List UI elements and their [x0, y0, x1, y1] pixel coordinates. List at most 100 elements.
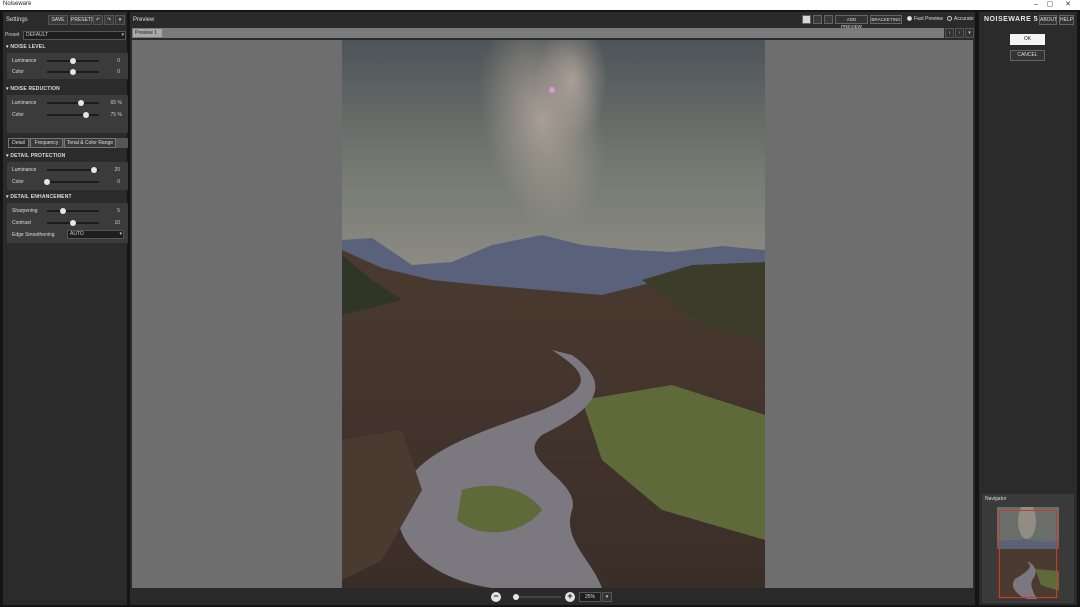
detail-tabs: Detail Frequency Tonal & Color Range	[8, 138, 128, 148]
slider-value: 0	[117, 179, 120, 185]
zoom-in-icon[interactable]: +	[565, 592, 575, 602]
minimize-icon[interactable]: –	[1030, 0, 1042, 9]
slider-label: Color	[12, 179, 24, 185]
right-panel: NOISEWARE 5 ABOUT HELP OK CANCEL Navigat…	[979, 12, 1077, 605]
slider-track[interactable]	[47, 58, 99, 64]
navigator-label: Navigator	[985, 496, 1007, 502]
slider-knob[interactable]	[77, 100, 84, 106]
tab-frequency[interactable]: Frequency	[30, 138, 63, 148]
slider-track[interactable]	[47, 112, 99, 118]
presets-button[interactable]: PRESETS	[70, 15, 94, 25]
help-button[interactable]: HELP	[1059, 15, 1074, 25]
cancel-button[interactable]: CANCEL	[1010, 50, 1045, 61]
zoom-dropdown-icon[interactable]: ▾	[602, 592, 612, 602]
add-preview-button[interactable]: ADD PREVIEW	[835, 15, 868, 29]
slider-knob[interactable]	[70, 58, 76, 64]
slider-row: Color 0	[7, 66, 128, 77]
zoom-value[interactable]: 25%	[579, 592, 601, 602]
section-noise-level[interactable]: ▾ NOISE LEVEL	[3, 43, 127, 52]
section-detail-protection[interactable]: ▾ DETAIL PROTECTION	[3, 152, 127, 161]
menu-chevron-icon[interactable]: ▾	[115, 15, 125, 25]
slider-knob[interactable]	[44, 179, 50, 185]
slider-track[interactable]	[44, 179, 99, 185]
navigator-panel: Navigator	[982, 494, 1074, 603]
maximize-icon[interactable]: ▢	[1044, 0, 1056, 9]
fast-preview-radio[interactable]: Fast Preview	[907, 16, 943, 22]
undo-icon[interactable]: ↶	[93, 15, 103, 25]
edge-smoothening-value: AUTO	[70, 231, 84, 237]
slider-row: Sharpening 5	[7, 205, 128, 216]
detail-enhancement-box: Sharpening 5 Contrast 10 Edge Smoothenin…	[7, 203, 128, 243]
split-horizontal-view-icon[interactable]	[813, 15, 822, 24]
slider-label: Luminance	[12, 58, 37, 64]
slider-value: 75	[110, 112, 116, 118]
slider-value: 0	[117, 69, 120, 75]
tab-detail[interactable]: Detail	[8, 138, 29, 148]
slider-value: 20	[114, 167, 120, 173]
edge-smoothening-row: Edge Smoothening AUTO ▾	[7, 229, 128, 240]
window-title: Noiseware	[3, 1, 32, 7]
chevron-down-icon: ▾	[121, 32, 124, 38]
single-view-icon[interactable]	[802, 15, 811, 24]
slider-label: Color	[12, 69, 24, 75]
slider-track[interactable]	[47, 69, 99, 75]
settings-title: Settings	[6, 17, 28, 23]
slider-label: Luminance	[12, 100, 37, 106]
navigator-viewport-frame[interactable]	[999, 510, 1057, 598]
bracketing-button[interactable]: BRACKETING	[870, 15, 902, 24]
percent-unit: %	[117, 112, 122, 118]
slider-row: Contrast 10	[7, 217, 128, 228]
slider-value: 0	[117, 58, 120, 64]
split-vertical-view-icon[interactable]	[824, 15, 833, 24]
percent-unit: %	[117, 100, 122, 106]
slider-knob[interactable]	[70, 69, 76, 75]
preset-label: Preset	[5, 32, 20, 38]
section-title: DETAIL ENHANCEMENT	[10, 194, 72, 200]
section-title: DETAIL PROTECTION	[10, 153, 66, 159]
tab-preview-1[interactable]: Preview 1	[133, 29, 162, 37]
noise-level-box: Luminance 0 Color 0	[7, 53, 128, 79]
slider-knob[interactable]	[59, 208, 66, 214]
slider-track[interactable]	[47, 220, 99, 226]
slider-row: Luminance 65 %	[7, 97, 128, 108]
ok-button[interactable]: OK	[1010, 34, 1045, 45]
zoom-out-icon[interactable]: −	[491, 592, 501, 602]
zoom-bar: − + 25% ▾	[130, 589, 975, 605]
zoom-slider-knob[interactable]	[513, 594, 519, 600]
preview-image[interactable]	[342, 40, 765, 588]
slider-label: Sharpening	[12, 208, 38, 214]
slider-track[interactable]	[47, 208, 99, 214]
preview-canvas[interactable]	[132, 40, 973, 588]
save-button[interactable]: SAVE	[48, 15, 68, 25]
about-button[interactable]: ABOUT	[1039, 15, 1057, 25]
redo-icon[interactable]: ↷	[104, 15, 114, 25]
tab-tonal-color-range[interactable]: Tonal & Color Range	[64, 138, 116, 148]
slider-label: Contrast	[12, 220, 31, 226]
section-title: NOISE REDUCTION	[10, 86, 60, 92]
preset-select[interactable]: DEFAULT ▾	[23, 31, 126, 40]
section-title: NOISE LEVEL	[10, 44, 46, 50]
slider-track[interactable]	[47, 100, 99, 106]
slider-track[interactable]	[47, 167, 99, 173]
fast-preview-label: Fast Preview	[914, 16, 943, 22]
edge-smoothening-select[interactable]: AUTO ▾	[67, 230, 124, 239]
section-detail-enhancement[interactable]: ▾ DETAIL ENHANCEMENT	[3, 193, 127, 202]
slider-row: Color 0	[7, 176, 128, 187]
app-window: Settings SAVE PRESETS ↶ ↷ ▾ Preset DEFAU…	[0, 10, 1080, 607]
landscape-photo	[342, 40, 765, 588]
accurate-radio[interactable]: Accurate	[947, 16, 974, 22]
slider-label: Color	[12, 112, 24, 118]
previous-arrow-icon[interactable]: ‹	[945, 28, 954, 38]
close-icon[interactable]: ✕	[1062, 0, 1074, 9]
next-arrow-icon[interactable]: ›	[955, 28, 964, 38]
slider-value: 65	[110, 100, 116, 106]
chevron-down-icon: ▾	[119, 231, 122, 237]
settings-panel: Settings SAVE PRESETS ↶ ↷ ▾ Preset DEFAU…	[3, 12, 128, 605]
section-noise-reduction[interactable]: ▾ NOISE REDUCTION	[3, 85, 127, 94]
preview-title: Preview	[133, 17, 155, 23]
tabs-dropdown-icon[interactable]: ▾	[965, 28, 974, 38]
slider-knob[interactable]	[90, 167, 97, 173]
zoom-slider[interactable]	[513, 594, 561, 600]
slider-knob[interactable]	[83, 112, 89, 118]
slider-knob[interactable]	[70, 220, 76, 226]
